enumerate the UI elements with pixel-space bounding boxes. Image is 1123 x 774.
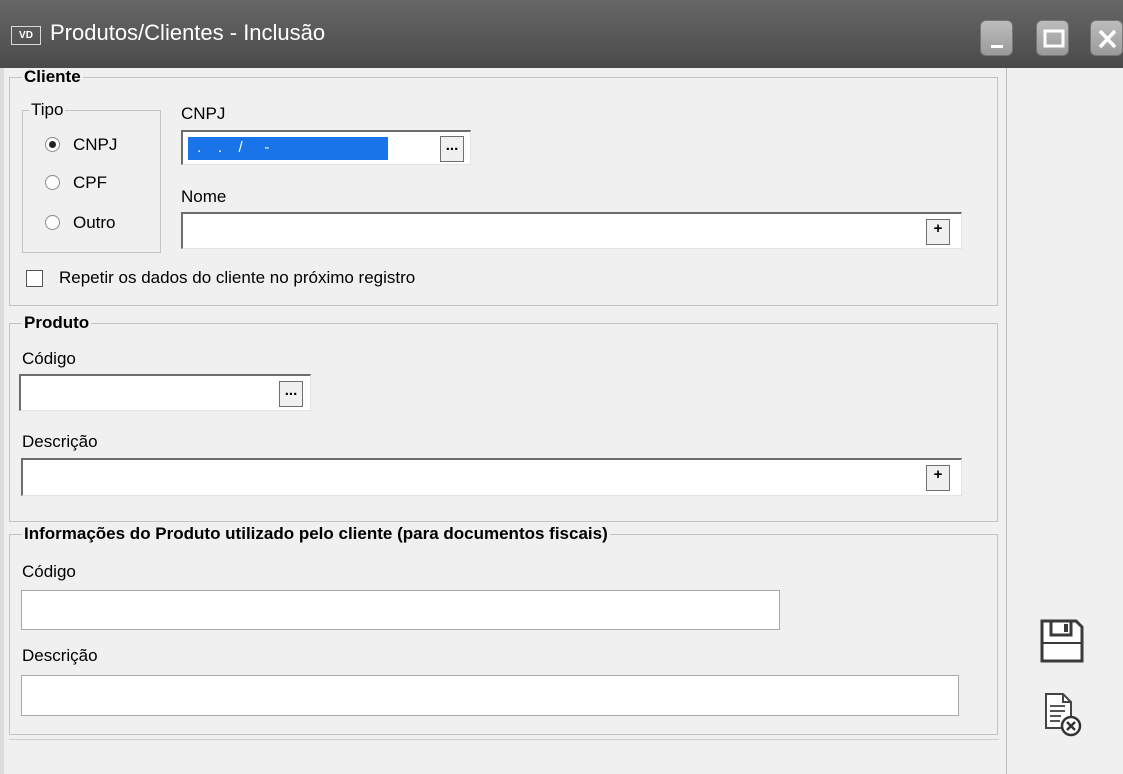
radio-cnpj[interactable]	[45, 137, 60, 152]
produto-codigo-input[interactable]: ...	[19, 374, 311, 411]
floppy-disk-icon	[1040, 619, 1084, 663]
produto-add-button[interactable]: +	[926, 465, 950, 491]
minimize-button[interactable]	[980, 20, 1013, 56]
app-icon: VD	[11, 26, 41, 45]
info-produto-cliente-legend: Informações do Produto utilizado pelo cl…	[24, 524, 608, 543]
produto-descricao-label: Descrição	[22, 432, 98, 451]
info-codigo-label: Código	[22, 562, 76, 581]
produto-legend: Produto	[24, 313, 90, 332]
maximize-button[interactable]	[1036, 20, 1069, 56]
cliente-legend: Cliente	[24, 67, 81, 86]
save-button[interactable]	[1038, 617, 1086, 665]
cnpj-mask: . . / -	[192, 139, 281, 156]
nome-input[interactable]: +	[181, 212, 962, 249]
title-bar: VD Produtos/Clientes - Inclusão	[0, 0, 1123, 68]
radio-outro-label: Outro	[73, 213, 116, 232]
repeat-checkbox[interactable]	[26, 270, 43, 287]
close-button[interactable]	[1090, 20, 1123, 56]
cancel-button[interactable]	[1043, 692, 1083, 740]
document-cancel-icon	[1045, 693, 1082, 737]
info-descricao-label: Descrição	[22, 646, 98, 665]
produto-descricao-input[interactable]: +	[21, 458, 962, 496]
radio-cpf[interactable]	[45, 175, 60, 190]
info-descricao-input[interactable]	[21, 675, 959, 716]
maximize-icon	[1043, 29, 1065, 48]
radio-cnpj-label: CNPJ	[73, 135, 118, 154]
minimize-icon	[991, 45, 1003, 48]
radio-outro[interactable]	[45, 215, 60, 230]
nome-label: Nome	[181, 187, 227, 206]
footer-divider	[9, 739, 999, 740]
produto-codigo-label: Código	[22, 349, 76, 368]
produto-lookup-button[interactable]: ...	[279, 381, 303, 407]
nome-add-button[interactable]: +	[926, 219, 950, 245]
cnpj-selection: . . / -	[188, 137, 388, 160]
tipo-legend: Tipo	[31, 100, 64, 119]
info-codigo-input[interactable]	[21, 590, 780, 630]
close-icon	[1098, 29, 1117, 49]
repeat-checkbox-label: Repetir os dados do cliente no próximo r…	[59, 268, 416, 287]
cnpj-lookup-button[interactable]: ...	[440, 136, 464, 162]
cnpj-input[interactable]: . . / - ...	[181, 130, 471, 165]
cnpj-label: CNPJ	[181, 104, 226, 123]
radio-cpf-label: CPF	[73, 173, 107, 192]
window-title: Produtos/Clientes - Inclusão	[50, 20, 326, 45]
side-action-panel	[1006, 68, 1123, 774]
